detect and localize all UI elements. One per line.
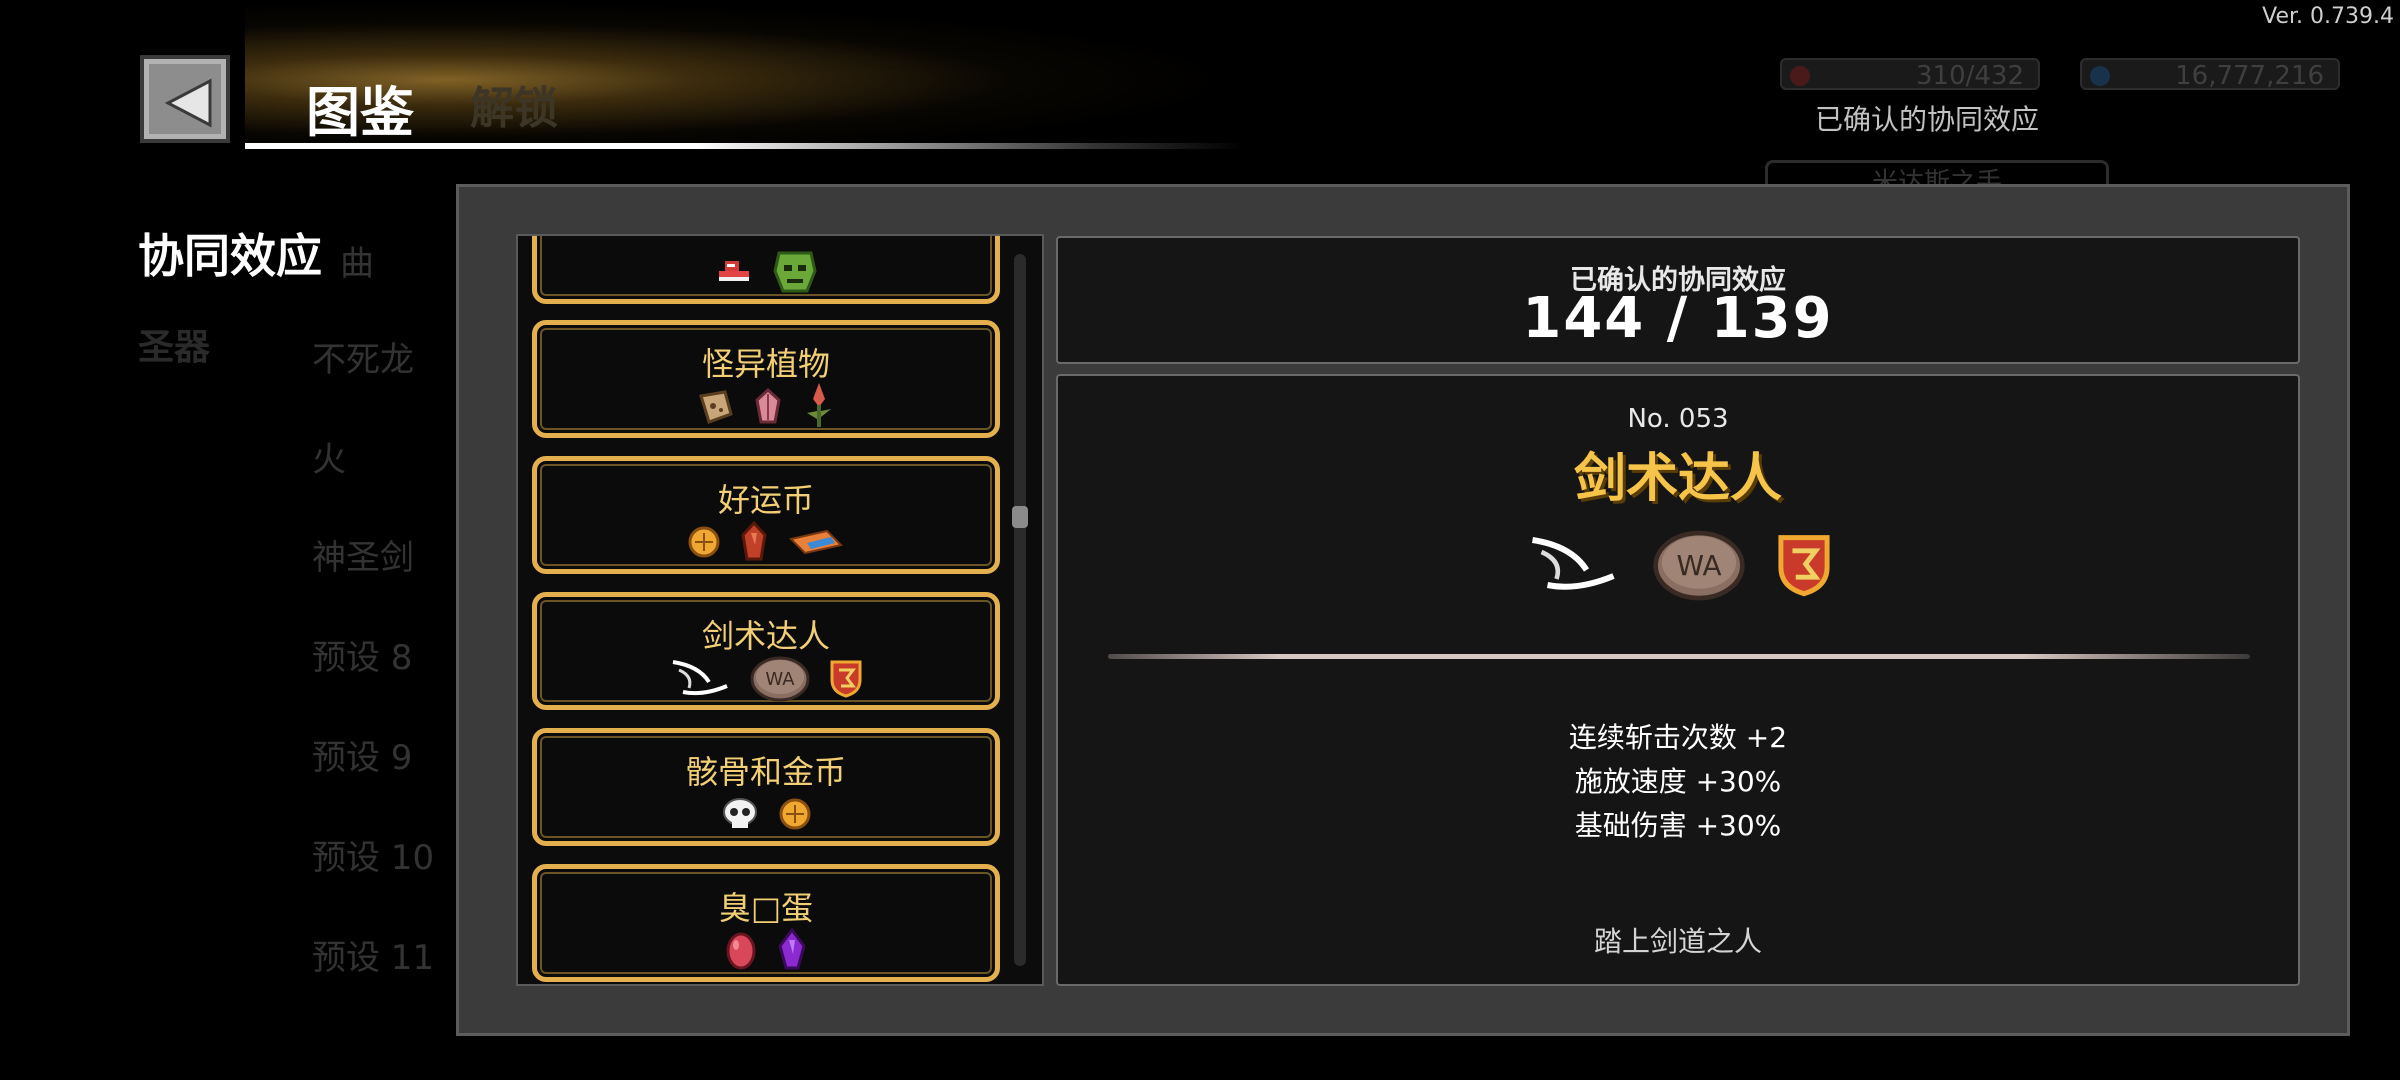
sidebar-sub-item[interactable]: 火 [312, 432, 346, 481]
synergy-number: No. 053 [1627, 404, 1729, 434]
sword-slash-icon [1532, 537, 1615, 590]
svg-text:WA: WA [765, 669, 795, 690]
synergy-item-icons: WA [1058, 524, 2298, 604]
detail-divider [1108, 654, 2250, 659]
synergy-card-name: 骸骨和金币 [685, 753, 846, 791]
purple-gem-icon [778, 928, 806, 970]
sidebar-sub-item[interactable]: 预设 11 [312, 930, 434, 979]
synergy-list-scroll[interactable]: 怪异植物 好运币 剑术达人 WA 骸骨和金币 臭□蛋 [518, 236, 1028, 984]
sidebar-item-synergy[interactable]: 协同效应 [138, 220, 322, 286]
green-mask-icon [773, 251, 817, 293]
synergy-card[interactable]: 剑术达人 WA [532, 592, 1000, 710]
synergy-card[interactable]: 臭□蛋 [532, 864, 1000, 982]
synergy-effect: 施放速度 +30% [1574, 765, 1782, 798]
confirmed-count-panel: 已确认的协同效应 144 / 139 [1056, 236, 2300, 364]
synergy-effect: 基础伤害 +30% [1574, 809, 1782, 842]
synergy-card-name: 好运币 [717, 481, 814, 519]
synergy-detail-panel: No. 053 剑术达人 WA 连续斩击次数 +2 施放速度 +30% 基础伤害… [1056, 374, 2300, 986]
red-gem-icon [741, 521, 767, 561]
gold-coin-icon [688, 526, 720, 558]
synergy-effect: 连续斩击次数 +2 [1568, 721, 1788, 754]
synergy-card[interactable]: 骸骨和金币 [532, 728, 1000, 846]
pink-crystal-icon [755, 387, 781, 424]
synergy-card-name: 臭□蛋 [718, 889, 814, 927]
stat-counter: 310/432 [1780, 58, 2040, 91]
confirmed-count-value: 144 / 139 [1522, 286, 1834, 351]
stat-counter-value: 310/432 [1915, 61, 2024, 91]
synergy-card-name: 怪异植物 [701, 345, 830, 383]
crest-shield-icon [830, 660, 862, 698]
seed-pouch-icon [699, 390, 733, 424]
skull-icon [723, 798, 757, 828]
unlock-tab[interactable]: 解锁 [470, 72, 558, 136]
page-title: 图鉴 [306, 81, 414, 144]
top-stats: 310/432 16,777,216 [1780, 58, 2340, 91]
sword-slash-icon [672, 660, 728, 696]
sidebar-sub-item[interactable]: 不死龙 [312, 332, 414, 381]
gem-counter-value: 16,777,216 [2175, 61, 2324, 91]
bg-confirmed-label: 已确认的协同效应 [1815, 103, 2040, 136]
sidebar-sub-item[interactable]: 神圣剑 [312, 530, 414, 579]
back-button[interactable] [140, 55, 230, 143]
back-arrow-icon [164, 78, 212, 128]
crest-shield-icon [1778, 535, 1830, 597]
synergy-card-name: 剑术达人 [701, 617, 830, 655]
synergy-card[interactable] [532, 236, 1000, 304]
sidebar-item-relic[interactable]: 圣器 [138, 318, 210, 370]
sidebar-sub-item[interactable]: 预设 8 [312, 630, 412, 679]
gem-counter: 16,777,216 [2080, 58, 2340, 91]
version-label: Ver. 0.739.4 [2262, 4, 2394, 29]
synergy-title: 剑术达人 [1573, 449, 1782, 509]
synergy-list[interactable]: 怪异植物 好运币 剑术达人 WA 骸骨和金币 臭□蛋 [516, 234, 1044, 986]
red-egg-icon [726, 932, 756, 970]
sidebar-sub-item[interactable]: 预设 9 [312, 730, 412, 779]
sidebar-sub-item[interactable]: 曲 [340, 236, 374, 285]
stone-tablet-icon: WA [750, 656, 810, 702]
flower-sprout-icon [807, 383, 831, 427]
synergy-card[interactable]: 好运币 [532, 456, 1000, 574]
red-orb-icon [1790, 66, 1810, 86]
ticket-icon [789, 529, 843, 555]
svg-text:WA: WA [1676, 549, 1721, 582]
gold-coin-icon [779, 798, 811, 830]
synergy-card[interactable]: 怪异植物 [532, 320, 1000, 438]
blue-gem-icon [2090, 66, 2110, 86]
red-sneaker-icon [719, 261, 749, 281]
list-scroll-thumb[interactable] [1012, 506, 1028, 528]
stone-tablet-icon: WA [1653, 530, 1745, 601]
list-scrollbar[interactable] [1014, 254, 1026, 966]
synergy-flavor-text: 踏上剑道之人 [1593, 925, 1762, 958]
sidebar-sub-item[interactable]: 预设 10 [312, 830, 434, 879]
